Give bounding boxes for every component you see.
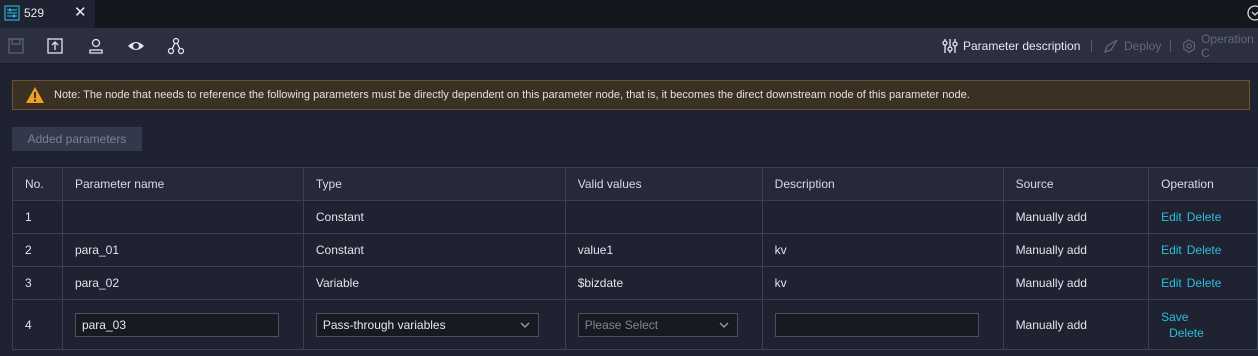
header-parameter-name: Parameter name <box>61 167 304 201</box>
row-description: kv <box>761 266 1004 300</box>
row-no: 4 <box>12 299 63 350</box>
valid-values-select[interactable]: Please Select <box>577 312 738 337</box>
chevron-down-icon <box>520 322 530 328</box>
row-description <box>761 200 1004 234</box>
delete-link[interactable]: Delete <box>1169 326 1204 340</box>
row-valid-values: $bizdate <box>564 266 763 300</box>
edit-link[interactable]: Edit <box>1161 210 1182 224</box>
row-description: kv <box>761 233 1004 267</box>
row-no: 1 <box>12 200 63 234</box>
row-no: 3 <box>12 266 63 300</box>
close-icon[interactable]: ✕ <box>74 4 87 22</box>
description-cell <box>761 299 1004 350</box>
circle-chevron-icon[interactable] <box>1246 4 1258 22</box>
header-description: Description <box>761 167 1004 201</box>
warning-notice: Note: The node that needs to reference t… <box>12 80 1250 110</box>
row-operation: Edit Delete <box>1148 233 1258 267</box>
header-valid-values: Valid values <box>564 167 763 201</box>
description-input[interactable] <box>774 312 979 337</box>
row-type: Constant <box>302 200 566 234</box>
preview-icon[interactable] <box>127 37 145 55</box>
toolbar-divider <box>1170 40 1171 52</box>
table-row: 1 Constant Manually add Edit Delete <box>12 200 1258 234</box>
file-tab[interactable]: 529 ✕ <box>0 0 95 28</box>
sliders-icon <box>942 39 958 53</box>
chevron-down-icon <box>719 322 729 328</box>
notice-text: Note: The node that needs to reference t… <box>54 89 970 101</box>
row-operation: Save Delete <box>1148 299 1258 350</box>
tab-title: 529 <box>24 6 45 20</box>
type-selected-value: Pass-through variables <box>322 317 446 332</box>
row-source: Manually add <box>1002 200 1150 234</box>
header-operation: Operation <box>1148 167 1258 201</box>
row-valid-values <box>564 200 763 234</box>
save-icon[interactable] <box>7 37 25 55</box>
row-type: Variable <box>302 266 566 300</box>
row-valid-values: value1 <box>564 233 763 267</box>
parameter-description-label: Parameter description <box>963 39 1081 53</box>
header-no: No. <box>12 167 63 201</box>
tab-bar: 529 ✕ <box>0 0 1258 28</box>
parameters-table: No. Parameter name Type Valid values Des… <box>12 167 1258 350</box>
deploy-icon <box>1103 39 1118 54</box>
row-no: 2 <box>12 233 63 267</box>
table-header-row: No. Parameter name Type Valid values Des… <box>12 167 1258 201</box>
operation-center-label: Operation C <box>1201 32 1254 60</box>
submit-icon[interactable] <box>46 37 64 55</box>
delete-link[interactable]: Delete <box>1187 276 1222 290</box>
save-link[interactable]: Save <box>1161 310 1188 324</box>
row-type: Constant <box>302 233 566 267</box>
parameter-description-button[interactable]: Parameter description <box>942 28 1080 64</box>
row-source: Manually add <box>1002 233 1150 267</box>
table-edit-row: 4 Pass-through variables Please Select M… <box>12 299 1258 350</box>
edit-link[interactable]: Edit <box>1161 276 1182 290</box>
toolbar-divider <box>1091 40 1092 52</box>
deploy-button[interactable]: Deploy <box>1103 28 1161 64</box>
row-parameter-name: para_01 <box>61 233 304 267</box>
edit-link[interactable]: Edit <box>1161 243 1182 257</box>
header-type: Type <box>302 167 566 201</box>
delete-link[interactable]: Delete <box>1187 210 1222 224</box>
valid-values-cell: Please Select <box>564 299 763 350</box>
row-parameter-name: para_02 <box>61 266 304 300</box>
table-row: 2 para_01 Constant value1 kv Manually ad… <box>12 233 1258 267</box>
deploy-label: Deploy <box>1124 39 1162 53</box>
type-cell: Pass-through variables <box>302 299 566 350</box>
valid-values-placeholder: Please Select <box>584 317 659 332</box>
parameter-name-input[interactable] <box>74 312 279 337</box>
row-source: Manually add <box>1002 299 1150 350</box>
user-icon[interactable] <box>87 37 105 55</box>
row-source: Manually add <box>1002 266 1150 300</box>
parameter-name-cell <box>61 299 304 350</box>
operation-center-button[interactable]: Operation C <box>1182 28 1258 64</box>
warning-icon <box>26 87 44 103</box>
delete-link[interactable]: Delete <box>1187 243 1222 257</box>
table-row: 3 para_02 Variable $bizdate kv Manually … <box>12 266 1258 300</box>
type-select[interactable]: Pass-through variables <box>315 312 539 337</box>
row-parameter-name <box>61 200 304 234</box>
toolbar: Parameter description Deploy Operation C <box>0 28 1258 64</box>
added-parameters-button[interactable]: Added parameters <box>12 127 142 151</box>
header-source: Source <box>1002 167 1150 201</box>
parameter-node-icon <box>4 5 20 21</box>
row-operation: Edit Delete <box>1148 200 1258 234</box>
operation-center-icon <box>1183 39 1195 53</box>
row-operation: Edit Delete <box>1148 266 1258 300</box>
graph-icon[interactable] <box>167 37 185 55</box>
